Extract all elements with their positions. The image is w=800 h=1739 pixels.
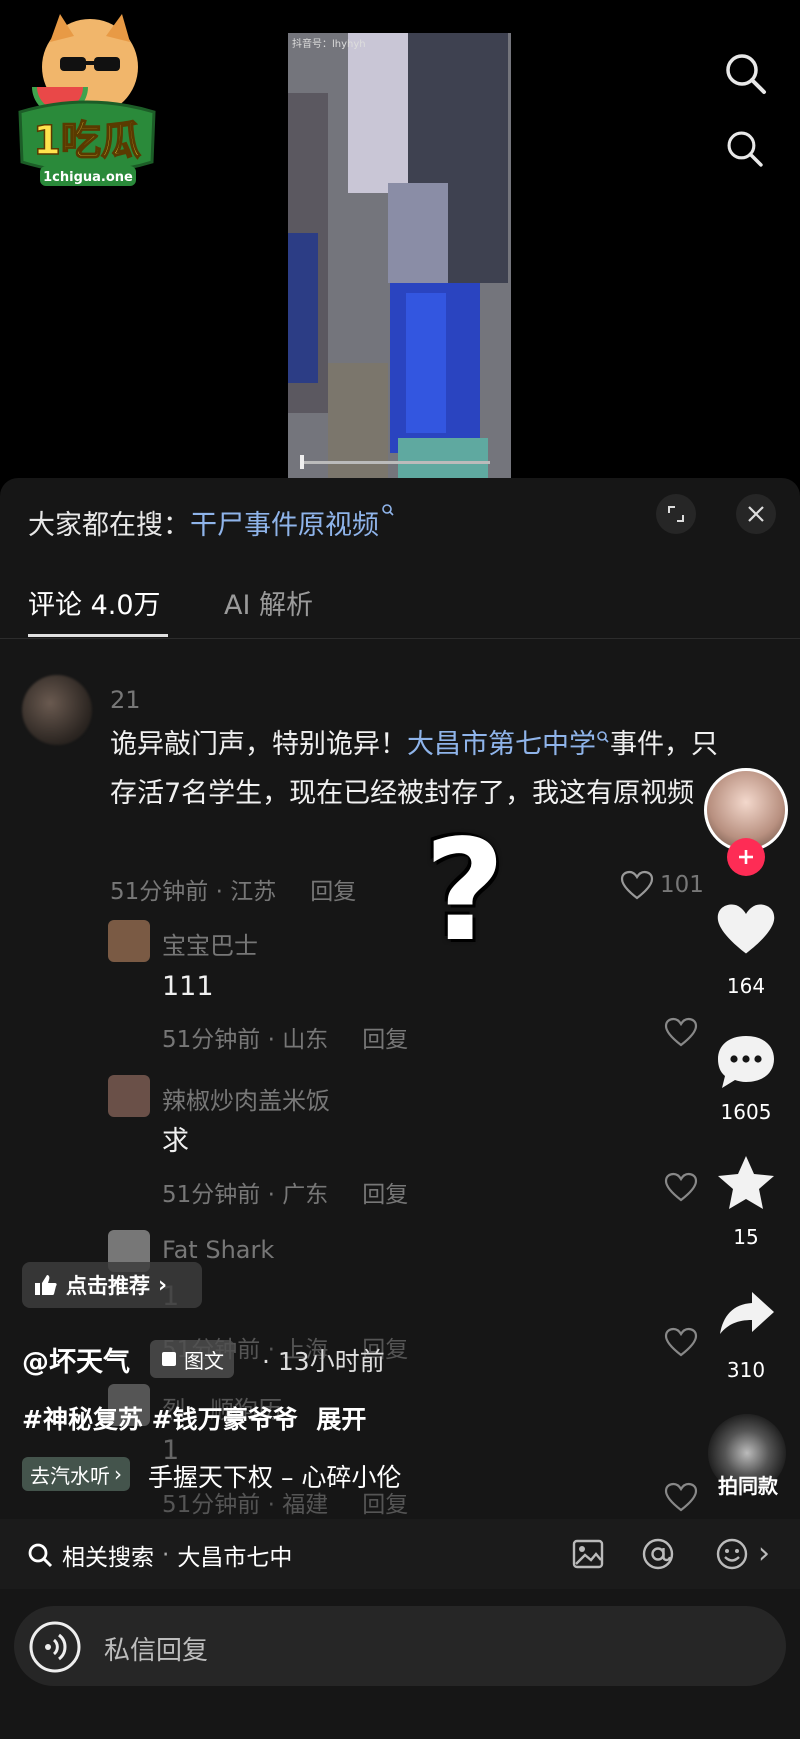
heart-icon[interactable] xyxy=(664,1172,698,1202)
reply-button[interactable]: 回复 xyxy=(310,879,356,905)
comment-count: 1605 xyxy=(720,1100,772,1124)
tabs-divider xyxy=(0,638,800,639)
comment-meta: 51分钟前 · 广东 回复 xyxy=(162,1175,408,1209)
share-icon[interactable] xyxy=(718,1288,776,1338)
comment-like-count: 101 xyxy=(660,872,704,898)
separator: · xyxy=(162,1542,170,1568)
search-icon-secondary[interactable] xyxy=(722,126,768,172)
heart-icon[interactable] xyxy=(620,870,654,900)
panel-title-prefix: 大家都在搜： xyxy=(28,510,190,541)
heart-icon[interactable] xyxy=(664,1327,698,1357)
search-icon xyxy=(597,731,609,743)
comment-search-link[interactable]: 大昌市第七中学 xyxy=(407,729,596,760)
trending-search-link[interactable]: 干尸事件原视频 xyxy=(190,510,379,541)
video-player[interactable]: 抖音号：lhyhyh xyxy=(288,33,511,478)
panel-title[interactable]: 大家都在搜：干尸事件原视频 xyxy=(28,503,395,542)
hashtags[interactable]: #神秘复苏 #钱万豪爷爷 xyxy=(22,1405,298,1434)
like-icon[interactable] xyxy=(714,900,778,958)
chevron-right-icon[interactable]: › xyxy=(758,1536,770,1571)
search-icon xyxy=(382,504,394,516)
favorite-count: 15 xyxy=(733,1225,759,1249)
emoji-icon[interactable] xyxy=(714,1536,750,1572)
tab-active-indicator xyxy=(28,634,168,637)
comment-text: 诡异敲门声，特别诡异！大昌市第七中学 事件，只存活7名学生，现在已经被封存了，我这… xyxy=(110,720,730,818)
post-type-chip: 图文 xyxy=(150,1340,234,1378)
plus-icon xyxy=(739,850,753,864)
expand-caption-button[interactable]: 展开 xyxy=(316,1405,366,1434)
like-count: 164 xyxy=(726,974,766,998)
logo-domain: 1chigua.one xyxy=(43,170,133,185)
search-icon xyxy=(28,1543,53,1568)
comment-username[interactable]: 辣椒炒肉盖米饭 xyxy=(162,1081,330,1116)
reply-button[interactable]: 回复 xyxy=(362,1492,408,1518)
video-frame xyxy=(288,33,511,478)
expand-button[interactable] xyxy=(656,494,696,534)
comment-username[interactable]: Fat Shark xyxy=(162,1236,274,1264)
comment-username[interactable]: 宝宝巴士 xyxy=(162,926,258,961)
chevron-right-icon: › xyxy=(158,1272,168,1298)
comment-time-region: 51分钟前 · 山东 xyxy=(162,1027,329,1053)
voice-icon[interactable] xyxy=(28,1620,82,1674)
video-progress-knob[interactable] xyxy=(300,455,304,469)
search-icon[interactable] xyxy=(720,48,772,100)
close-button[interactable] xyxy=(736,494,776,534)
comment-username[interactable]: 21 xyxy=(110,686,141,714)
post-time: · 13小时前 xyxy=(262,1347,385,1376)
related-search[interactable]: 相关搜索 · 大昌市七中 xyxy=(26,1538,292,1572)
thumbs-up-icon xyxy=(35,1275,57,1295)
comment-meta: 51分钟前 · 山东 回复 xyxy=(162,1020,408,1054)
video-progress[interactable] xyxy=(300,461,490,464)
music-title[interactable]: 手握天下权 – 心碎小伦 xyxy=(148,1458,401,1494)
related-search-query[interactable]: 大昌市七中 xyxy=(177,1538,292,1572)
share-count: 310 xyxy=(726,1358,766,1382)
remix-label[interactable]: 拍同款 xyxy=(706,1470,790,1499)
comment-time-region: 51分钟前 · 福建 xyxy=(162,1492,329,1518)
post-hashtags: #神秘复苏 #钱万豪爷爷 展开 xyxy=(22,1400,366,1436)
image-picker-icon[interactable] xyxy=(570,1536,606,1572)
music-app-chip[interactable]: 去汽水听 › xyxy=(22,1457,130,1491)
reply-button[interactable]: 回复 xyxy=(362,1027,408,1053)
reply-button[interactable]: 回复 xyxy=(362,1182,408,1208)
comment-meta: 51分钟前 · 江苏 回复 xyxy=(110,872,356,906)
comment-time-region: 51分钟前 · 江苏 xyxy=(110,879,277,905)
post-type-label: 图文 xyxy=(184,1348,224,1373)
video-watermark: 抖音号：lhyhyh xyxy=(292,39,366,50)
avatar[interactable] xyxy=(108,920,150,962)
image-post-icon xyxy=(162,1352,176,1366)
comment-text: 111 xyxy=(162,971,214,1002)
tab-comments[interactable]: 评论 4.0万 xyxy=(28,583,161,622)
favorite-star-icon[interactable] xyxy=(716,1154,776,1212)
post-author[interactable]: @坏天气 xyxy=(22,1340,130,1379)
private-reply-input[interactable]: 私信回复 xyxy=(104,1630,208,1667)
recommend-label: 点击推荐 xyxy=(66,1274,150,1298)
related-search-label: 相关搜索 xyxy=(62,1545,154,1571)
recommend-button[interactable]: 点击推荐 › xyxy=(22,1262,202,1308)
comment-time-region: 51分钟前 · 广东 xyxy=(162,1182,329,1208)
tab-ai-analysis[interactable]: AI 解析 xyxy=(224,583,313,622)
logo-text: 1吃瓜 xyxy=(33,118,141,164)
comment-icon[interactable] xyxy=(714,1032,778,1092)
expand-icon xyxy=(668,506,684,522)
comment-text: 求 xyxy=(162,1126,189,1157)
follow-button[interactable] xyxy=(727,838,765,876)
close-icon xyxy=(748,506,764,522)
avatar[interactable] xyxy=(108,1075,150,1117)
comment-text-part: 诡异敲门声，特别诡异！ xyxy=(110,729,407,760)
mention-icon[interactable] xyxy=(640,1536,676,1572)
heart-icon[interactable] xyxy=(664,1017,698,1047)
music-chip-label: 去汽水听 xyxy=(30,1463,110,1488)
question-mark-overlay: ? xyxy=(424,810,506,973)
avatar[interactable] xyxy=(22,675,92,745)
brand-logo: 1吃瓜 1chigua.one xyxy=(18,14,156,186)
heart-icon[interactable] xyxy=(664,1482,698,1512)
chevron-right-icon: › xyxy=(114,1462,122,1486)
